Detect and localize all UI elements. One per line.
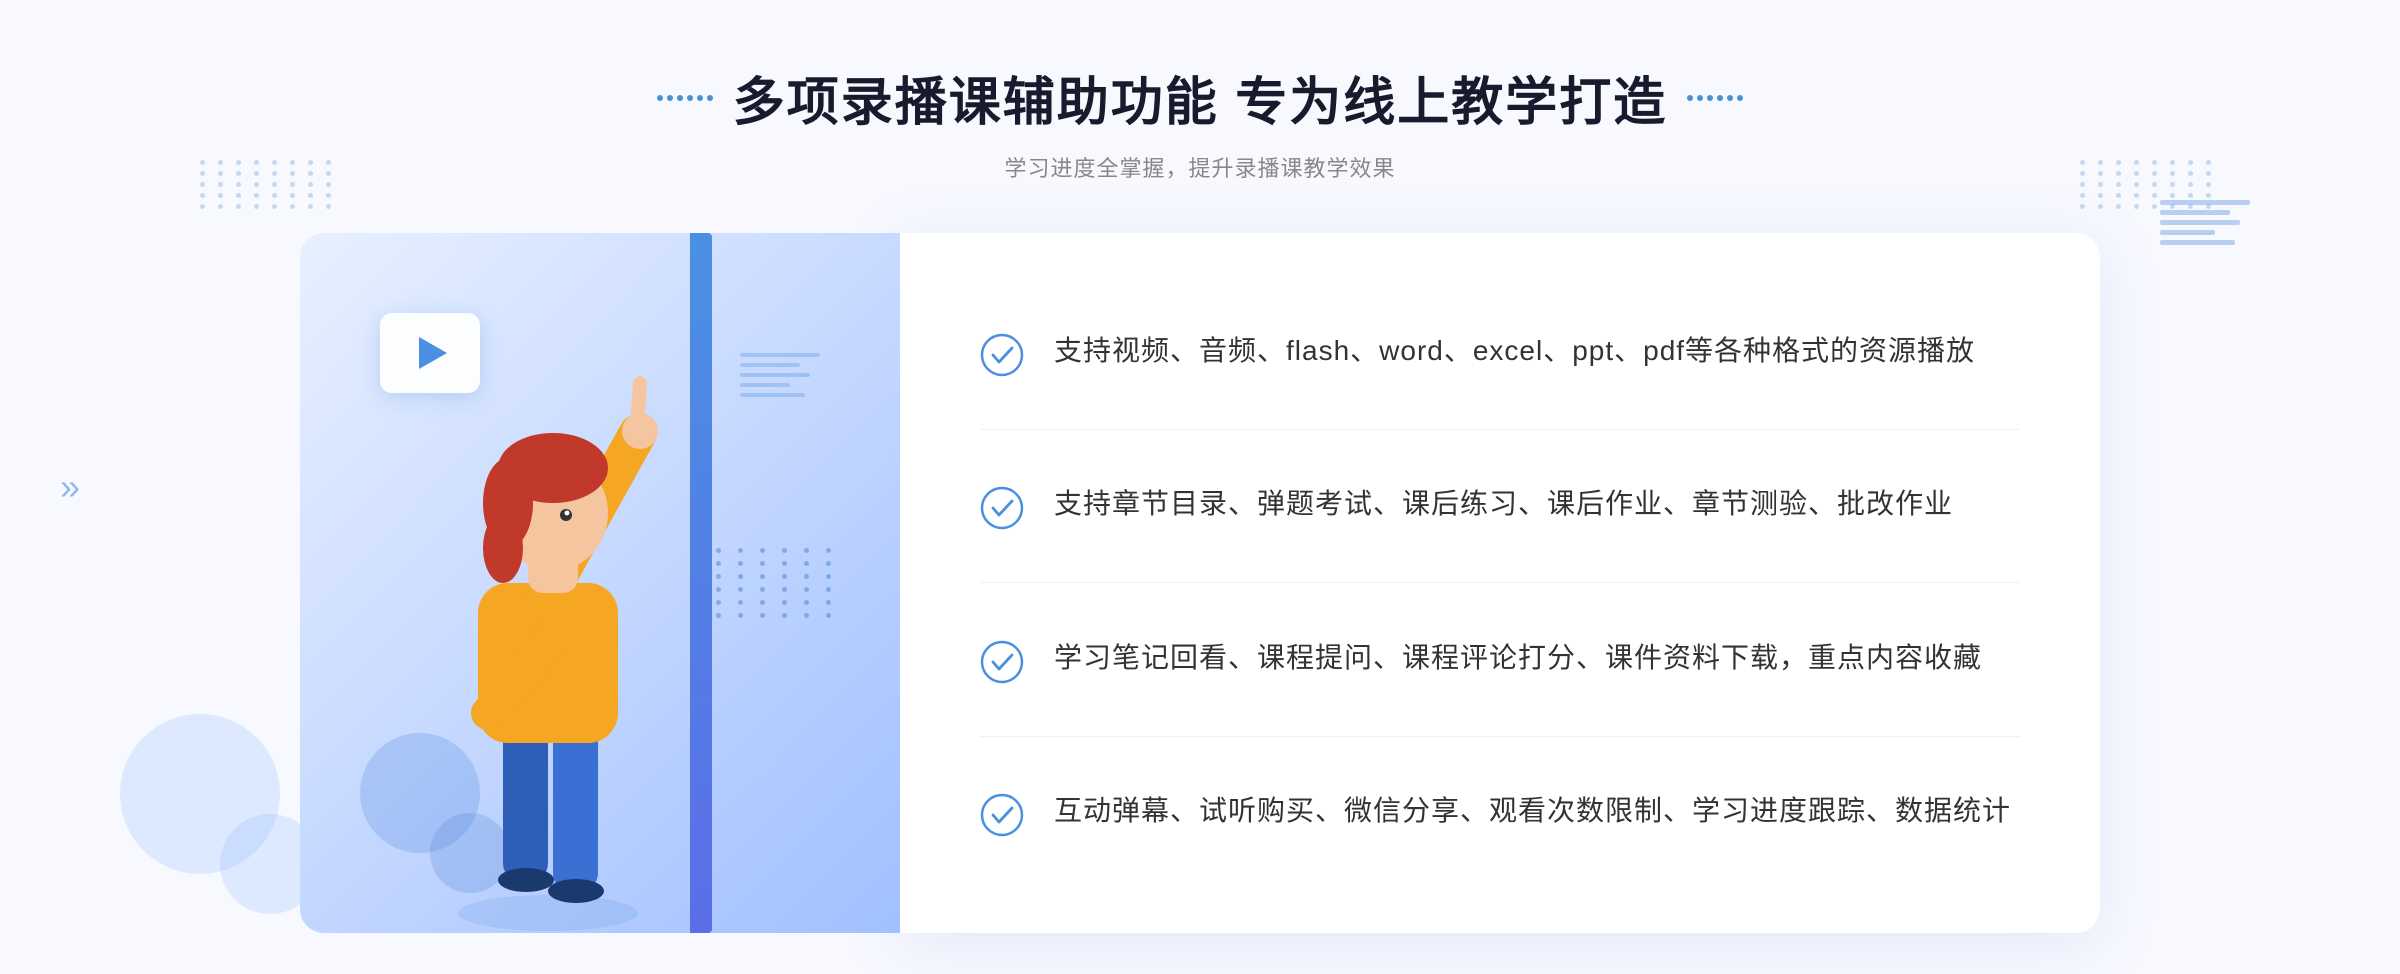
feature-divider-2 xyxy=(980,582,2020,583)
main-title: 多项录播课辅助功能 专为线上教学打造 xyxy=(657,60,1743,135)
title-text: 多项录播课辅助功能 专为线上教学打造 xyxy=(733,60,1667,135)
arrow-left-decoration: » xyxy=(60,466,80,508)
check-icon-3 xyxy=(980,640,1024,684)
feature-item-3: 学习笔记回看、课程提问、课程评论打分、课件资料下载，重点内容收藏 xyxy=(980,616,2020,704)
title-decoration-right xyxy=(1687,95,1743,101)
feature-item-1: 支持视频、音频、flash、word、excel、ppt、pdf等各种格式的资源… xyxy=(980,309,2020,397)
subtitle-text: 学习进度全掌握，提升录播课教学效果 xyxy=(657,151,1743,183)
header-section: 多项录播课辅助功能 专为线上教学打造 学习进度全掌握，提升录播课教学效果 xyxy=(657,60,1743,183)
feature-divider-3 xyxy=(980,736,2020,737)
title-decoration-left xyxy=(657,95,713,101)
check-icon-4 xyxy=(980,793,1024,837)
stripe-decoration xyxy=(2160,200,2250,245)
page-container: » 多项录播课辅助功能 专为线上教学打造 学习进度全掌握，提升录播课教学效果 xyxy=(0,0,2400,974)
feature-text-1: 支持视频、音频、flash、word、excel、ppt、pdf等各种格式的资源… xyxy=(1054,329,1975,374)
feature-item-4: 互动弹幕、试听购买、微信分享、观看次数限制、学习进度跟踪、数据统计 xyxy=(980,769,2020,857)
panel-dots-decoration xyxy=(716,548,840,618)
feature-text-3: 学习笔记回看、课程提问、课程评论打分、课件资料下载，重点内容收藏 xyxy=(1054,636,1982,681)
person-illustration xyxy=(408,353,728,933)
feature-item-2: 支持章节目录、弹题考试、课后练习、课后作业、章节测验、批改作业 xyxy=(980,462,2020,550)
dots-decoration-top-left xyxy=(200,160,320,280)
feature-text-4: 互动弹幕、试听购买、微信分享、观看次数限制、学习进度跟踪、数据统计 xyxy=(1054,789,2011,834)
check-icon-1 xyxy=(980,333,1024,377)
lines-decoration xyxy=(740,353,820,397)
content-area: 支持视频、音频、flash、word、excel、ppt、pdf等各种格式的资源… xyxy=(300,233,2100,933)
feature-text-2: 支持章节目录、弹题考试、课后练习、课后作业、章节测验、批改作业 xyxy=(1054,482,1953,527)
left-illustration-panel xyxy=(300,233,900,933)
feature-divider-1 xyxy=(980,429,2020,430)
right-features-panel: 支持视频、音频、flash、word、excel、ppt、pdf等各种格式的资源… xyxy=(900,233,2100,933)
check-icon-2 xyxy=(980,486,1024,530)
